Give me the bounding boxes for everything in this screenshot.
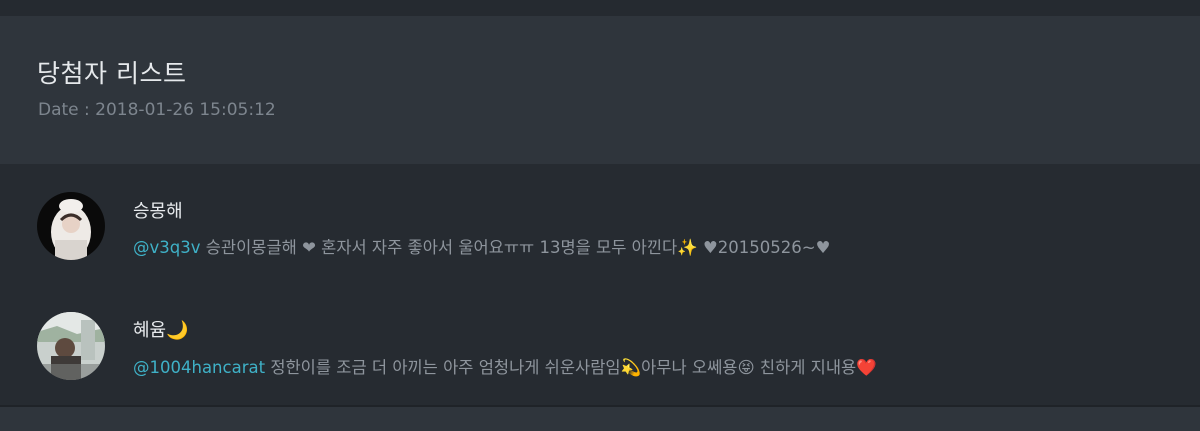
user-handle-link[interactable]: @1004hancarat — [133, 358, 265, 377]
bio-text: 정한이를 조금 더 아끼는 아주 엄청나게 쉬운사람임💫아무나 오쎄용😝 친하게… — [265, 358, 877, 377]
page-header: 당첨자 리스트 Date : 2018-01-26 15:05:12 — [0, 16, 1200, 164]
user-name: 혜윰🌙 — [133, 320, 189, 341]
avatar[interactable] — [37, 312, 105, 380]
winner-list: 승몽해 @v3q3v 승관이몽글해 ❤ 혼자서 자주 좋아서 울어요ㅠㅠ 13명… — [0, 164, 1200, 409]
top-bar — [0, 0, 1200, 16]
page-title: 당첨자 리스트 — [37, 59, 187, 88]
list-item[interactable]: 혜윰🌙 @1004hancarat 정한이를 조금 더 아끼는 아주 엄청나게 … — [0, 284, 1200, 404]
avatar[interactable] — [37, 192, 105, 260]
list-item[interactable]: 승몽해 @v3q3v 승관이몽글해 ❤ 혼자서 자주 좋아서 울어요ㅠㅠ 13명… — [0, 164, 1200, 284]
draw-date: Date : 2018-01-26 15:05:12 — [38, 100, 276, 120]
bio-text: 승관이몽글해 ❤ 혼자서 자주 좋아서 울어요ㅠㅠ 13명을 모두 아낀다✨ ♥… — [200, 238, 831, 257]
user-handle-link[interactable]: @v3q3v — [133, 238, 201, 257]
user-name: 승몽해 — [133, 201, 183, 222]
user-bio: @1004hancarat 정한이를 조금 더 아끼는 아주 엄청나게 쉬운사람… — [133, 354, 1173, 378]
user-bio: @v3q3v 승관이몽글해 ❤ 혼자서 자주 좋아서 울어요ㅠㅠ 13명을 모두… — [133, 234, 1173, 258]
footer-bar — [0, 407, 1200, 431]
